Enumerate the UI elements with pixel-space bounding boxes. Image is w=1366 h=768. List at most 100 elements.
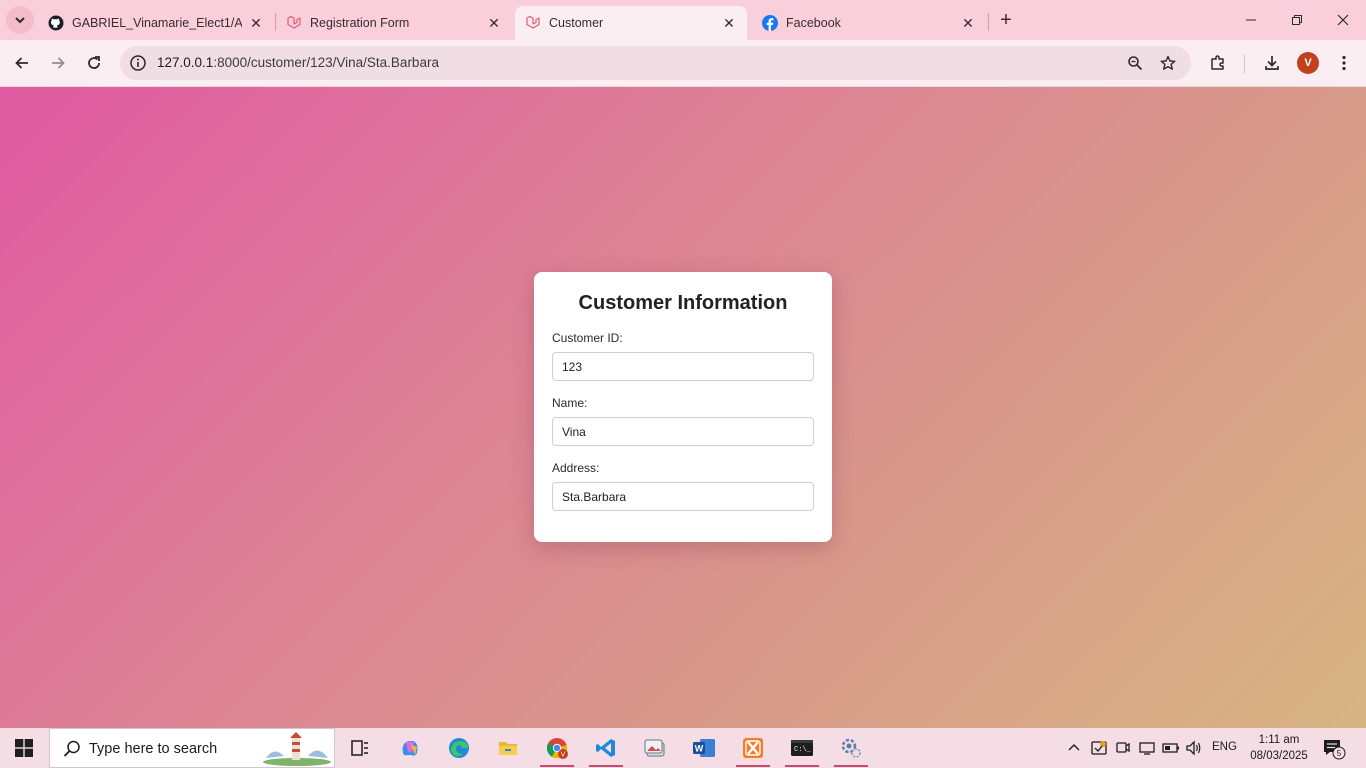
taskbar-word[interactable]: W <box>681 728 727 768</box>
svg-text:W: W <box>695 744 704 754</box>
restore-button[interactable] <box>1274 0 1320 40</box>
xampp-icon <box>743 738 763 758</box>
tab-strip: GABRIEL_Vinamarie_Elect1/Assi ✕ Registra… <box>0 0 1366 40</box>
customer-id-field[interactable] <box>552 352 814 381</box>
taskbar-search[interactable]: Type here to search <box>49 728 335 768</box>
edge-icon <box>449 738 469 758</box>
tray-network-icon[interactable] <box>1137 738 1157 758</box>
url-text[interactable]: 127.0.0.1:8000/customer/123/Vina/Sta.Bar… <box>157 55 439 70</box>
reload-icon <box>88 56 100 69</box>
tray-language[interactable]: ENG <box>1212 741 1237 753</box>
arrow-right-icon <box>52 57 65 69</box>
tab-separator <box>988 13 989 31</box>
address-bar[interactable]: 127.0.0.1:8000/customer/123/Vina/Sta.Bar… <box>120 46 1191 80</box>
taskbar-edge[interactable] <box>436 728 482 768</box>
tab-title: Facebook <box>786 16 841 30</box>
taskbar-copilot[interactable] <box>387 728 433 768</box>
search-icon <box>62 739 82 759</box>
minimize-button[interactable] <box>1228 0 1274 40</box>
close-tab-icon[interactable]: ✕ <box>721 15 737 31</box>
taskbar-xampp[interactable] <box>730 728 776 768</box>
back-button[interactable] <box>8 49 36 77</box>
tray-clock[interactable]: 1:11 am 08/03/2025 <box>1244 732 1314 764</box>
active-app-indicator <box>540 765 574 767</box>
name-field[interactable] <box>552 417 814 446</box>
active-app-indicator <box>785 765 819 767</box>
close-tab-icon[interactable]: ✕ <box>486 15 502 31</box>
chrome-icon: V <box>546 738 568 759</box>
clock-time: 1:11 am <box>1258 734 1300 746</box>
customer-info-card: Customer Information Customer ID: Name: … <box>534 272 832 542</box>
vscode-icon <box>596 739 615 757</box>
active-app-indicator <box>736 765 770 767</box>
search-highlight-illustration <box>262 732 332 766</box>
card-title: Customer Information <box>578 292 788 314</box>
tray-volume-icon[interactable] <box>1184 738 1204 758</box>
taskbar-file-explorer[interactable] <box>485 728 531 768</box>
taskbar-settings[interactable] <box>828 728 874 768</box>
active-app-indicator <box>834 765 868 767</box>
tab-title: Customer <box>549 16 604 30</box>
tab-registration-form[interactable]: Registration Form ✕ <box>276 6 512 40</box>
site-info-icon[interactable] <box>129 54 147 72</box>
laravel-icon <box>286 15 302 31</box>
tray-meet-now-icon[interactable] <box>1113 738 1133 758</box>
taskbar-vscode[interactable] <box>583 728 629 768</box>
task-view-icon <box>351 740 368 756</box>
close-window-button[interactable] <box>1320 0 1366 40</box>
laravel-icon <box>525 15 541 31</box>
close-tab-icon[interactable]: ✕ <box>960 15 976 31</box>
taskbar-terminal[interactable]: C:\_ <box>779 728 825 768</box>
taskbar-chrome[interactable]: V <box>534 728 580 768</box>
tab-title: GABRIEL_Vinamarie_Elect1/Assi <box>72 16 242 30</box>
arrow-left-icon <box>15 57 28 69</box>
terminal-icon: C:\_ <box>791 740 813 756</box>
bookmark-star-icon[interactable] <box>1158 53 1178 73</box>
notification-center-icon[interactable]: 5 <box>1322 738 1346 760</box>
folder-icon <box>499 742 517 755</box>
notification-count: 5 <box>1337 749 1342 758</box>
url-path: :8000/customer/123/Vina/Sta.Barbara <box>213 55 439 70</box>
facebook-icon <box>762 15 778 31</box>
minimize-icon <box>1246 19 1256 21</box>
active-app-indicator <box>589 765 623 767</box>
tab-customer[interactable]: Customer ✕ <box>515 6 747 40</box>
taskbar-photos[interactable] <box>632 728 678 768</box>
tab-title: Registration Form <box>310 16 410 30</box>
zoom-icon[interactable] <box>1125 53 1145 73</box>
word-icon: W <box>693 739 715 757</box>
download-icon[interactable] <box>1261 52 1283 74</box>
github-icon <box>48 15 64 31</box>
close-icon <box>1337 14 1349 26</box>
tab-facebook[interactable]: Facebook ✕ <box>752 6 986 40</box>
close-tab-icon[interactable]: ✕ <box>248 15 264 31</box>
address-label: Address: <box>552 461 600 475</box>
tray-security-icon[interactable] <box>1089 738 1109 758</box>
start-button[interactable] <box>0 728 48 768</box>
tray-overflow-chevron-icon[interactable] <box>1064 738 1084 758</box>
tab-github[interactable]: GABRIEL_Vinamarie_Elect1/Assi ✕ <box>38 6 274 40</box>
toolbar-divider <box>1244 54 1245 74</box>
forward-button[interactable] <box>44 49 72 77</box>
chevron-down-icon <box>15 17 25 24</box>
restore-icon <box>1292 15 1302 25</box>
reload-button[interactable] <box>80 49 108 77</box>
svg-text:V: V <box>561 752 566 759</box>
address-field[interactable] <box>552 482 814 511</box>
url-host: 127.0.0.1 <box>157 55 214 70</box>
copilot-icon <box>402 741 418 756</box>
name-label: Name: <box>552 396 588 410</box>
more-menu-icon[interactable] <box>1333 52 1355 74</box>
plus-icon: + <box>1000 8 1012 31</box>
settings-gear-icon <box>841 738 861 758</box>
new-tab-button[interactable]: + <box>994 8 1018 32</box>
taskbar: Type here to search V W C:\_ ENG 1:11 am… <box>0 728 1366 768</box>
browser-toolbar: 127.0.0.1:8000/customer/123/Vina/Sta.Bar… <box>0 40 1366 87</box>
taskbar-task-view[interactable] <box>337 728 383 768</box>
profile-avatar[interactable]: V <box>1297 52 1319 74</box>
extensions-icon[interactable] <box>1207 52 1229 74</box>
search-placeholder: Type here to search <box>89 741 218 757</box>
windows-icon <box>15 739 33 757</box>
tab-search-button[interactable] <box>6 6 34 34</box>
tray-battery-icon[interactable] <box>1161 738 1181 758</box>
